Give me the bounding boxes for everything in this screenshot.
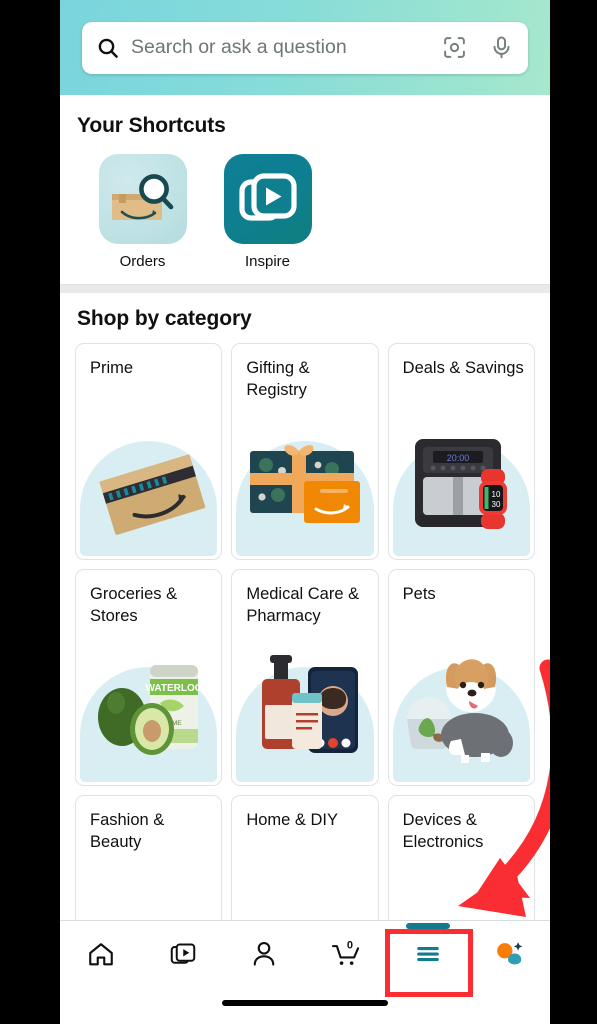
corgi-dog-and-fish-bowl <box>406 659 513 763</box>
nav-home[interactable] <box>60 921 142 991</box>
shopping-cart-icon: 0 <box>330 939 362 974</box>
phone-screen: Search or ask a question Your Shortcuts … <box>60 0 550 1024</box>
category-card-pets[interactable]: Pets <box>387 569 535 786</box>
camera-lens-icon[interactable] <box>442 35 467 60</box>
search-bar[interactable]: Search or ask a question <box>82 21 528 74</box>
category-label: Deals & Savings <box>402 359 524 377</box>
microphone-icon[interactable] <box>489 35 514 60</box>
shortcuts-section: Your Shortcuts Orders Inspire <box>60 95 550 284</box>
shortcut-inspire[interactable]: Inspire <box>205 154 330 270</box>
svg-text:30: 30 <box>491 500 500 509</box>
category-label: Pets <box>402 585 436 603</box>
nav-account[interactable] <box>223 921 305 991</box>
category-card-prime[interactable]: Prime <box>75 343 223 560</box>
hamburger-menu-icon <box>413 939 443 974</box>
section-divider <box>60 284 550 293</box>
search-input[interactable]: Search or ask a question <box>131 36 442 59</box>
rufus-ai-icon <box>493 939 525 974</box>
category-card-gifting-registry[interactable]: Gifting & Registry <box>231 343 379 560</box>
home-icon <box>86 939 116 974</box>
category-grid: Prime Gifting & Registry Deals & Savings… <box>60 331 550 1012</box>
category-card-medical-care-pharmacy[interactable]: Medical Care & Pharmacy <box>231 569 379 786</box>
nav-cart[interactable]: 0 <box>305 921 387 991</box>
person-icon <box>249 939 279 974</box>
shortcuts-title: Your Shortcuts <box>77 114 226 137</box>
nav-inspire[interactable] <box>142 921 224 991</box>
amazon-shipping-box <box>99 454 206 535</box>
shortcut-orders[interactable]: Orders <box>80 154 205 270</box>
pharmacy-bottles-and-telehealth-phone <box>262 655 359 753</box>
category-label: Home & DIY <box>246 811 339 829</box>
nav-rufus[interactable] <box>468 921 550 991</box>
cart-badge-count: 0 <box>347 939 353 951</box>
category-card-deals-savings[interactable]: Deals & Savings 20:00 10 30 <box>387 343 535 560</box>
shortcuts-list: Orders Inspire <box>60 154 550 270</box>
category-label: Fashion & Beauty <box>90 811 165 852</box>
category-label: Prime <box>90 359 134 377</box>
svg-text:20:00: 20:00 <box>446 453 469 463</box>
avocados-and-sparkling-water-can: WATERLOO LIME <box>98 665 203 755</box>
category-label: Groceries & Stores <box>90 585 178 626</box>
package-search-icon <box>98 154 187 244</box>
shortcut-label: Orders <box>119 253 166 270</box>
inspire-video-stack-icon <box>168 939 198 974</box>
category-label: Gifting & Registry <box>246 359 310 400</box>
page-title: Shop by category <box>77 307 252 330</box>
air-fryer-and-smartwatch: 20:00 10 30 <box>414 439 507 529</box>
inspire-video-stack-icon <box>223 154 312 244</box>
active-tab-indicator <box>405 923 450 929</box>
search-icon <box>96 36 120 60</box>
bottom-navigation-bar: 0 <box>60 920 550 1024</box>
wrapped-gift-and-gift-card <box>250 445 361 523</box>
bottom-nav-items: 0 <box>60 921 550 991</box>
app-header: Search or ask a question <box>60 0 550 95</box>
shop-by-category-section: Shop by category Prime Gifting & Registr… <box>60 293 550 1012</box>
nav-menu[interactable] <box>387 921 469 991</box>
shortcut-label: Inspire <box>244 253 291 270</box>
category-card-groceries-stores[interactable]: Groceries & Stores WATERLOO LIME <box>75 569 223 786</box>
home-indicator <box>222 1000 388 1006</box>
svg-text:WATERLOO: WATERLOO <box>145 683 202 694</box>
category-label: Medical Care & Pharmacy <box>246 585 360 626</box>
category-label: Devices & Electronics <box>402 811 484 852</box>
svg-text:10: 10 <box>491 490 500 499</box>
